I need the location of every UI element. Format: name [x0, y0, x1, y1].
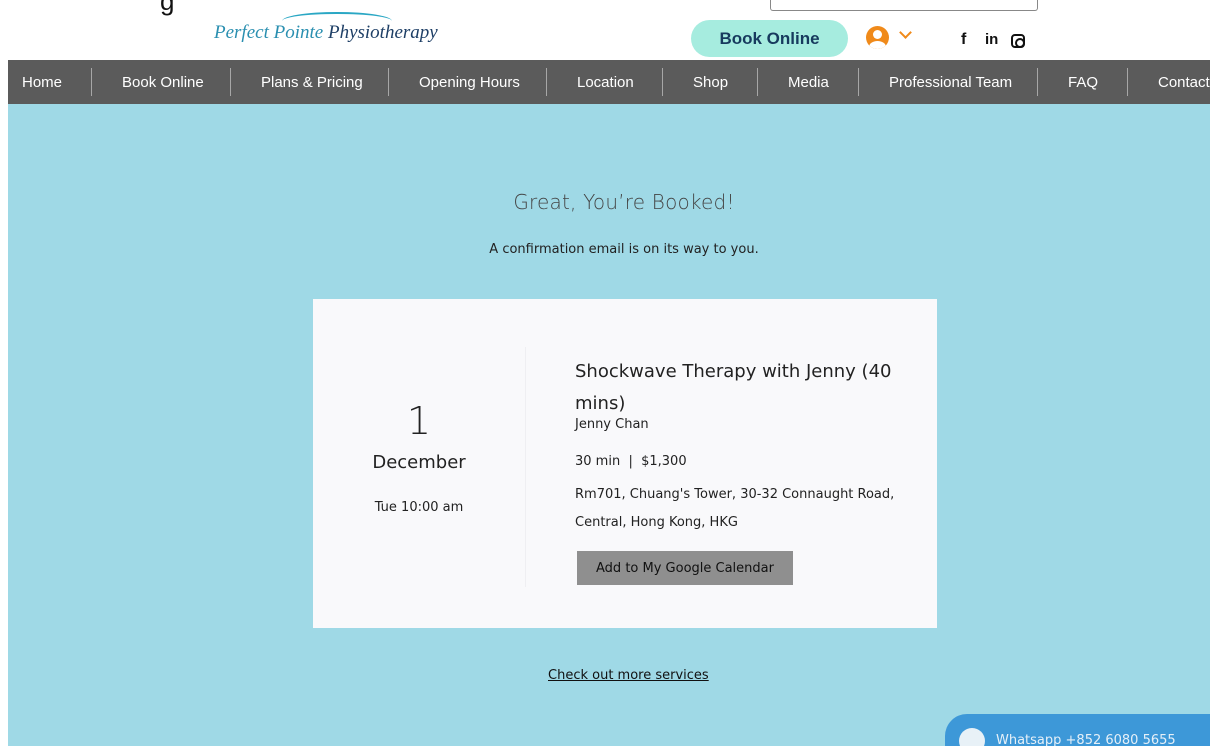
nav-divider [388, 68, 389, 96]
service-title: Shockwave Therapy with Jenny (40 mins) [575, 361, 892, 414]
whatsapp-logo-icon [959, 728, 985, 746]
nav-item-book-online[interactable]: Book Online [122, 60, 204, 104]
nav-divider [546, 68, 547, 96]
booking-details-card: 1 December Tue 10:00 am Shockwave Therap… [313, 299, 937, 628]
location-address: Rm701, Chuang's Tower, 30-32 Connaught R… [575, 487, 895, 530]
main-nav: Home Book Online Plans & Pricing Opening… [8, 60, 1210, 104]
nav-item-home[interactable]: Home [22, 60, 62, 104]
instagram-icon[interactable] [1011, 34, 1025, 48]
nav-divider [757, 68, 758, 96]
booking-month: December [372, 452, 466, 473]
nav-divider [662, 68, 663, 96]
nav-divider [91, 68, 92, 96]
nav-divider [230, 68, 231, 96]
duration-price: 30 min | $1,300 [575, 454, 687, 469]
booking-weekday-time: Tue 10:00 am [374, 500, 464, 515]
nav-item-opening-hours[interactable]: Opening Hours [419, 60, 520, 104]
nav-divider [858, 68, 859, 96]
nav-item-media[interactable]: Media [788, 60, 829, 104]
chevron-down-icon[interactable] [899, 26, 912, 39]
confirmation-title: Great, You’re Booked! [513, 190, 735, 214]
logo-text-part1: Perfect Pointe [214, 22, 328, 43]
logo-text-part2: Physiotherapy [327, 22, 438, 43]
nav-divider [1037, 68, 1038, 96]
nav-item-contact[interactable]: Contact [1158, 60, 1210, 104]
linkedin-icon[interactable]: in [985, 32, 998, 47]
nav-item-plans-pricing[interactable]: Plans & Pricing [261, 60, 363, 104]
booking-day: 1 [406, 399, 432, 443]
site-logo[interactable]: Perfect Pointe Physiotherapy [212, 8, 454, 50]
card-divider [525, 347, 526, 587]
nav-item-professional-team[interactable]: Professional Team [889, 60, 1012, 104]
booking-date-panel: 1 December Tue 10:00 am [313, 299, 525, 628]
add-to-google-calendar-button[interactable]: Add to My Google Calendar [577, 551, 793, 585]
facebook-icon[interactable]: f [961, 32, 966, 48]
whatsapp-chat-button[interactable]: Whatsapp +852 6080 5655 [945, 714, 1210, 746]
booking-confirmation-section: Great, You’re Booked! A confirmation ema… [8, 104, 1210, 746]
book-online-header-button[interactable]: Book Online [691, 20, 848, 57]
more-services-link[interactable]: Check out more services [548, 668, 709, 683]
cutoff-search-box[interactable] [770, 0, 1038, 11]
confirmation-subtitle: A confirmation email is on its way to yo… [489, 242, 759, 257]
nav-divider [1127, 68, 1128, 96]
nav-item-location[interactable]: Location [577, 60, 634, 104]
nav-item-faq[interactable]: FAQ [1068, 60, 1098, 104]
nav-item-shop[interactable]: Shop [693, 60, 728, 104]
staff-name: Jenny Chan [575, 417, 649, 432]
cutoff-heading-fragment: g [160, 0, 175, 16]
whatsapp-label: Whatsapp +852 6080 5655 [996, 733, 1176, 746]
logo-text: Perfect Pointe Physiotherapy [214, 22, 438, 44]
user-avatar-icon[interactable] [866, 26, 889, 49]
